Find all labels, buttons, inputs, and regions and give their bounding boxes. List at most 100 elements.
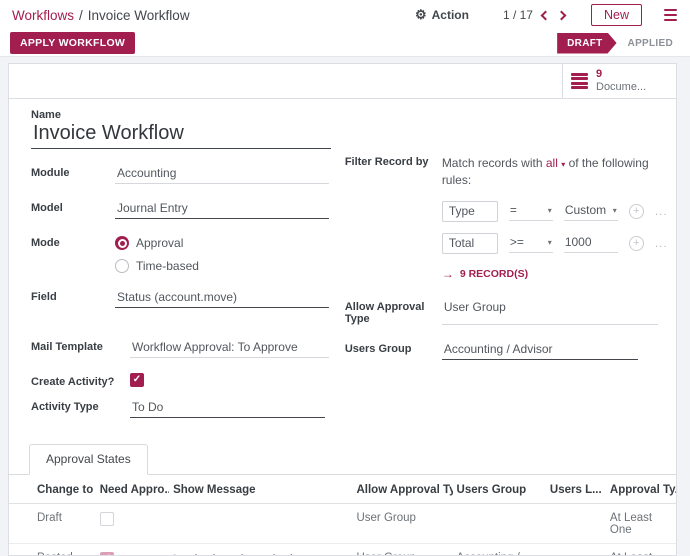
- rule-value-select[interactable]: Custom▾: [564, 201, 618, 221]
- action-menu-label: Action: [432, 8, 469, 22]
- filter-rule-row: Total >=▾ 1000 + ...: [442, 233, 668, 254]
- new-button[interactable]: New: [591, 4, 642, 26]
- mode-label: Mode: [31, 234, 115, 273]
- cell-users-level: [546, 504, 606, 544]
- documents-label: Docume...: [596, 81, 646, 94]
- radio-time-based-icon[interactable]: [115, 259, 129, 273]
- col-need-approval[interactable]: Need Appro...: [96, 475, 169, 504]
- mail-template-label: Mail Template: [31, 338, 130, 358]
- notebook: Approval States Change to St... Need App…: [9, 444, 676, 556]
- field-label: Field: [31, 288, 115, 308]
- rule-options-icon[interactable]: ...: [655, 236, 668, 250]
- rule-options-icon[interactable]: ...: [655, 204, 668, 218]
- col-approval-type[interactable]: Approval Ty...: [606, 475, 676, 504]
- documents-stat-button[interactable]: 9 Docume...: [562, 64, 676, 98]
- chevron-down-icon: ▾: [548, 238, 552, 247]
- activity-type-group: Activity Type To Do: [31, 398, 329, 418]
- status-bar: DRAFT APPLIED: [557, 33, 684, 54]
- module-input[interactable]: Accounting: [115, 164, 329, 184]
- breadcrumb-workflows-link[interactable]: Workflows: [12, 8, 74, 23]
- apply-workflow-button[interactable]: APPLY WORKFLOW: [10, 32, 135, 54]
- pager-next-icon[interactable]: [557, 10, 567, 20]
- records-count-link[interactable]: → 9 RECORD(S): [442, 267, 668, 281]
- rule-operator-select[interactable]: >=▾: [509, 233, 553, 253]
- need-approval-checkbox[interactable]: [100, 552, 114, 556]
- match-all-dropdown[interactable]: all ▾: [546, 156, 565, 170]
- allow-approval-type-input[interactable]: User Group: [442, 298, 658, 325]
- col-allow-approval-type[interactable]: Allow Approval Ty...: [352, 475, 452, 504]
- cell-users-level: [546, 544, 606, 556]
- table-row-posted[interactable]: Posted Invoice is under reviewing proces…: [9, 544, 676, 556]
- add-rule-icon[interactable]: +: [629, 236, 644, 251]
- document-lines-icon: [571, 73, 588, 90]
- action-menu-button[interactable]: ⚙ Action: [415, 7, 469, 23]
- cell-show-message: [169, 504, 352, 544]
- mode-option-approval[interactable]: Approval: [115, 236, 199, 250]
- create-activity-checkbox[interactable]: [130, 373, 144, 387]
- content-area: 9 Docume... Name Invoice Workflow Module…: [0, 57, 690, 556]
- col-users-group[interactable]: Users Group: [453, 475, 546, 504]
- name-label: Name: [31, 109, 329, 121]
- cell-users-group: Accounting / Advisor: [453, 544, 546, 556]
- filter-record-label: Filter Record by: [345, 153, 442, 281]
- add-rule-icon[interactable]: +: [629, 204, 644, 219]
- cell-users-group: [453, 504, 546, 544]
- pager-value[interactable]: 1 / 17: [503, 8, 533, 22]
- col-users-level[interactable]: Users L...: [546, 475, 606, 504]
- allow-approval-type-group: Allow Approval Type User Group: [345, 298, 658, 325]
- tab-approval-states[interactable]: Approval States: [29, 444, 148, 475]
- mail-template-group: Mail Template Workflow Approval: To Appr…: [31, 338, 329, 358]
- button-box: 9 Docume...: [8, 63, 677, 99]
- chevron-down-icon: ▾: [561, 160, 565, 169]
- rule-operator-select[interactable]: =▾: [509, 201, 553, 221]
- chevron-down-icon: ▾: [548, 206, 552, 215]
- need-approval-checkbox[interactable]: [100, 512, 114, 526]
- status-applied[interactable]: APPLIED: [617, 33, 684, 54]
- pager-previous-icon[interactable]: [541, 10, 551, 20]
- arrow-right-icon: →: [442, 267, 454, 281]
- hamburger-menu-icon[interactable]: [664, 9, 677, 22]
- model-input[interactable]: Journal Entry: [115, 199, 329, 219]
- records-count-label: 9 RECORD(S): [460, 268, 528, 280]
- top-bar: Workflows / Invoice Workflow ⚙ Action 1 …: [0, 0, 690, 30]
- rule-value-input[interactable]: 1000: [564, 233, 618, 253]
- allow-approval-type-label: Allow Approval Type: [345, 298, 442, 325]
- field-input[interactable]: Status (account.move): [115, 288, 329, 308]
- cell-change-to: Draft: [9, 504, 96, 544]
- model-field-group: Model Journal Entry: [31, 199, 329, 219]
- filter-rule-row: Type =▾ Custom▾ + ...: [442, 201, 668, 222]
- table-row-draft[interactable]: Draft User Group At Least One: [9, 504, 676, 544]
- activity-type-label: Activity Type: [31, 398, 130, 418]
- radio-approval-icon[interactable]: [115, 236, 129, 250]
- tab-bar: Approval States: [9, 444, 676, 475]
- mode-option-time-based[interactable]: Time-based: [115, 259, 199, 273]
- cell-approval-type: At Least One: [606, 504, 676, 544]
- field-field-group: Field Status (account.move): [31, 288, 329, 308]
- cell-approval-type: At Least One: [606, 544, 676, 556]
- breadcrumb-record-title: Invoice Workflow: [88, 8, 190, 23]
- rule-field-input[interactable]: Type: [442, 201, 498, 222]
- mode-time-based-label: Time-based: [136, 259, 199, 273]
- users-group-label: Users Group: [345, 340, 442, 360]
- status-draft[interactable]: DRAFT: [557, 33, 616, 54]
- cell-allow-approval-type: User Group: [352, 504, 452, 544]
- cell-change-to: Posted: [9, 544, 96, 556]
- cell-show-message: Invoice is under reviewing process. Plea…: [169, 544, 352, 556]
- mode-approval-label: Approval: [136, 236, 183, 250]
- name-input[interactable]: Invoice Workflow: [31, 121, 331, 149]
- activity-type-input[interactable]: To Do: [130, 398, 325, 418]
- match-records-line: Match records with all ▾ of the followin…: [442, 153, 668, 190]
- col-change-to-status[interactable]: Change to St...: [9, 475, 96, 504]
- form-sheet: Name Invoice Workflow Module Accounting …: [8, 99, 677, 556]
- approval-states-table: Change to St... Need Appro... Show Messa…: [9, 475, 676, 556]
- col-show-message[interactable]: Show Message: [169, 475, 352, 504]
- breadcrumb: Workflows / Invoice Workflow: [12, 8, 190, 23]
- mail-template-input[interactable]: Workflow Approval: To Approve: [130, 338, 329, 358]
- rule-field-input[interactable]: Total: [442, 233, 498, 254]
- breadcrumb-separator: /: [79, 8, 83, 23]
- filter-record-group: Filter Record by Match records with all …: [345, 153, 658, 281]
- create-activity-label: Create Activity?: [31, 373, 130, 388]
- users-group-input[interactable]: Accounting / Advisor: [442, 340, 638, 360]
- gear-icon: ⚙: [415, 7, 427, 23]
- control-bar: APPLY WORKFLOW DRAFT APPLIED: [0, 30, 690, 57]
